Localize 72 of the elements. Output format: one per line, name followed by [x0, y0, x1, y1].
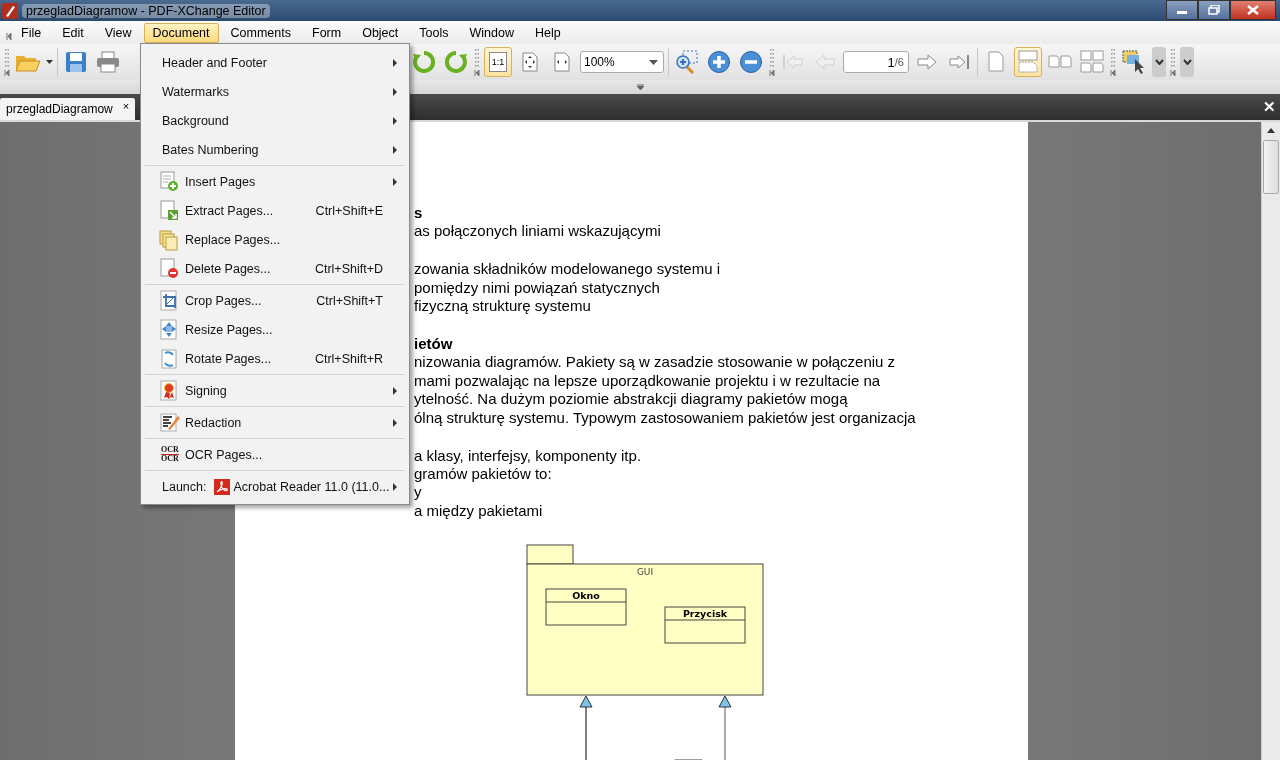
- body-text: nizowania diagramów. Pakiety są w zasadzie stosowanie w połączeniu z: [414, 353, 897, 372]
- close-document-button[interactable]: ✕: [1263, 98, 1276, 116]
- toolbar-grip-icon[interactable]: [1170, 47, 1176, 77]
- class-name: Przycisk: [682, 607, 728, 619]
- menu-item[interactable]: Resize Pages...: [145, 315, 405, 344]
- body-text: zowania składników modelowanego systemu i: [414, 260, 721, 279]
- zoom-marquee-icon[interactable]: [673, 47, 701, 77]
- menu-item[interactable]: Bates Numbering: [145, 135, 405, 164]
- body-text: ytelność. Na dużym poziomie abstrakcji diagramy pakietów mogą: [414, 390, 849, 409]
- menu-item[interactable]: Signing: [145, 376, 405, 405]
- actual-size-button[interactable]: 1:1: [484, 47, 512, 77]
- menu-item[interactable]: Rotate Pages... Ctrl+Shift+R: [145, 344, 405, 373]
- heading-text: s: [414, 204, 424, 223]
- package-label: GUI: [636, 566, 654, 577]
- menu-item[interactable]: Tools: [410, 22, 458, 43]
- body-text: fizyczną strukturę systemu: [414, 297, 592, 316]
- page-icon: [159, 228, 181, 251]
- menu-item[interactable]: Window: [460, 22, 523, 43]
- inheritance-arrow: [718, 695, 732, 760]
- page-icon: [159, 257, 181, 280]
- menu-item[interactable]: Redaction: [145, 408, 405, 437]
- pdf-icon: [214, 478, 231, 495]
- toolbar-grip-icon[interactable]: [769, 47, 775, 77]
- toolbar-grip-icon[interactable]: [474, 47, 480, 77]
- menu-item[interactable]: Extract Pages... Ctrl+Shift+E: [145, 196, 405, 225]
- close-button[interactable]: [1230, 0, 1276, 20]
- body-text: a między pakietami: [414, 501, 544, 521]
- close-icon: [1247, 5, 1259, 15]
- heading-text: ietów: [414, 335, 454, 354]
- menu-item[interactable]: Background: [145, 106, 405, 135]
- restore-button[interactable]: [1198, 0, 1230, 20]
- body-text: as połączonych liniami wskazującymi: [414, 222, 662, 241]
- menu-item[interactable]: View: [95, 22, 141, 43]
- toolbar-grip-icon[interactable]: [4, 47, 10, 77]
- menu-item[interactable]: Watermarks: [145, 77, 405, 106]
- expand-toolbar-icon[interactable]: [636, 84, 644, 90]
- window-title: przegladDiagramow - PDF-XChange Editor: [22, 3, 270, 18]
- app-icon: [2, 2, 18, 19]
- toolbar-grip-icon[interactable]: [1110, 47, 1116, 77]
- class-name: Okno: [572, 589, 600, 601]
- page-icon: [159, 199, 181, 222]
- minimize-button[interactable]: [1166, 0, 1198, 20]
- dropdown-arrow-icon: [649, 59, 658, 65]
- tab-close-button[interactable]: ×: [122, 100, 130, 112]
- menu-item[interactable]: Delete Pages... Ctrl+Shift+D: [145, 254, 405, 283]
- menu-item[interactable]: Edit: [53, 22, 93, 43]
- body-text: a klasy, interfejsy, komponenty itp.: [414, 446, 643, 465]
- restore-icon: [1208, 5, 1220, 15]
- menu-item[interactable]: Launch: Acrobat Reader 11.0 (11.0...: [145, 472, 405, 501]
- menu-item[interactable]: Comments: [221, 22, 300, 43]
- menu-item[interactable]: Document: [143, 22, 219, 43]
- menu-item[interactable]: Header and Footer: [145, 48, 405, 77]
- body-text: ólną strukturę systemu. Typowym zastosowaniem pakietów jest organizacja: [414, 408, 917, 428]
- menu-item[interactable]: File: [12, 22, 51, 43]
- dropdown-arrow-icon[interactable]: [46, 60, 53, 64]
- scrollbar-thumb[interactable]: [1263, 140, 1279, 194]
- inheritance-arrow: [579, 695, 593, 760]
- menu-item[interactable]: Replace Pages...: [145, 225, 405, 254]
- body-text: mami pozwalając na lepsze uporządkowanie projektu i w rezultacie na: [414, 371, 882, 391]
- page-icon: [159, 411, 181, 434]
- menu-item[interactable]: Crop Pages... Ctrl+Shift+T: [145, 286, 405, 315]
- menu-item[interactable]: Object: [353, 22, 408, 43]
- page-number-field[interactable]: 1/6: [843, 51, 909, 73]
- page-icon: [159, 170, 181, 193]
- body-text: pomiędzy nimi powiązań statycznych: [414, 278, 661, 298]
- document-tab[interactable]: przegladDiagramow ×: [0, 98, 136, 120]
- body-text: y: [414, 483, 423, 502]
- menu-item[interactable]: Help: [525, 22, 570, 43]
- menu-item[interactable]: Insert Pages: [145, 167, 405, 196]
- zoom-dropdown[interactable]: 100%: [580, 51, 664, 73]
- menu-item[interactable]: Form: [303, 22, 351, 43]
- body-text: gramów pakietów to:: [414, 464, 553, 484]
